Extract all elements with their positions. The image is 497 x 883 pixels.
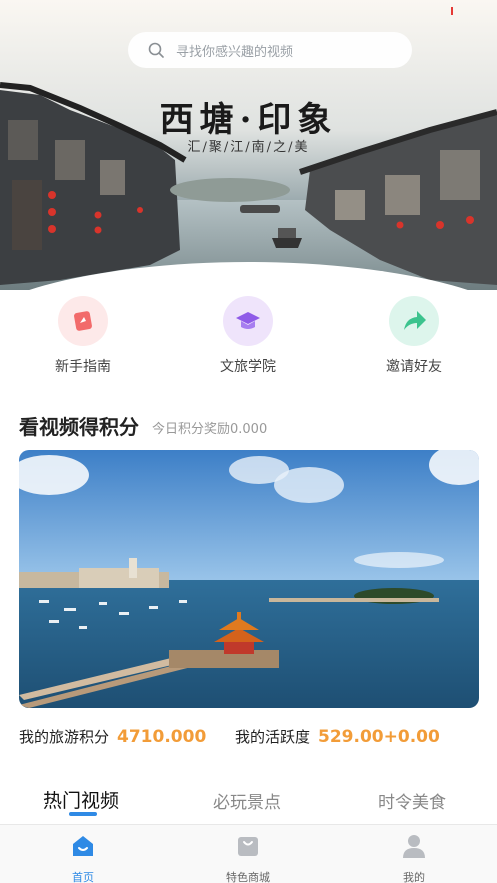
quick-entry-label: 邀请好友 — [386, 359, 442, 375]
quick-entries: 新手指南 文旅学院 邀请好友 — [0, 296, 497, 380]
travel-points: 我的旅游积分 4710.000 — [19, 726, 206, 747]
activity-score-label: 我的活跃度 — [235, 728, 311, 746]
travel-points-label: 我的旅游积分 — [19, 728, 110, 746]
nav-mall[interactable]: 特色商城 — [198, 833, 298, 883]
activity-score-value: 529.00+0.00 — [318, 727, 440, 747]
profile-icon — [403, 835, 425, 858]
shopping-bag-icon — [238, 837, 258, 856]
banner-title: 西塘·印象 — [159, 100, 338, 140]
share-arrow-icon — [389, 296, 439, 346]
activity-score: 我的活跃度 529.00+0.00 — [235, 726, 440, 747]
today-points-reward: 今日积分奖励0.000 — [152, 422, 268, 437]
tab-must-see-spots[interactable]: 必玩景点 — [213, 788, 281, 813]
home-icon — [73, 836, 93, 856]
quick-entry-label: 文旅学院 — [220, 359, 276, 375]
quick-entry-academy[interactable]: 文旅学院 — [198, 296, 298, 376]
status-indicator — [451, 7, 453, 15]
banner-subtitle: 汇/聚/江/南/之/美 — [187, 140, 310, 155]
active-tab-indicator — [69, 812, 97, 816]
nav-profile[interactable]: 我的 — [364, 833, 464, 883]
search-icon — [148, 42, 164, 58]
quick-entry-guide[interactable]: 新手指南 — [33, 296, 133, 376]
tab-seasonal-food[interactable]: 时令美食 — [378, 788, 446, 813]
section-title: 看视频得积分 — [19, 415, 139, 439]
nav-label: 我的 — [403, 871, 425, 883]
graduation-cap-icon — [223, 296, 273, 346]
bottom-nav: 首页 特色商城 我的 — [0, 824, 497, 883]
search-bar[interactable]: 寻找你感兴趣的视频 — [128, 32, 412, 68]
tab-hot-videos[interactable]: 热门视频 — [43, 786, 119, 813]
quick-entry-invite[interactable]: 邀请好友 — [364, 296, 464, 376]
guide-icon — [58, 296, 108, 346]
category-tabs: 热门视频 必玩景点 时令美食 — [0, 786, 497, 822]
nav-home[interactable]: 首页 — [33, 833, 133, 883]
video-card[interactable] — [19, 450, 479, 708]
nav-label: 首页 — [72, 871, 94, 883]
search-placeholder: 寻找你感兴趣的视频 — [176, 44, 294, 60]
video-thumbnail — [19, 450, 479, 708]
quick-entry-label: 新手指南 — [55, 359, 111, 375]
nav-label: 特色商城 — [226, 871, 270, 883]
travel-points-value: 4710.000 — [117, 727, 207, 747]
